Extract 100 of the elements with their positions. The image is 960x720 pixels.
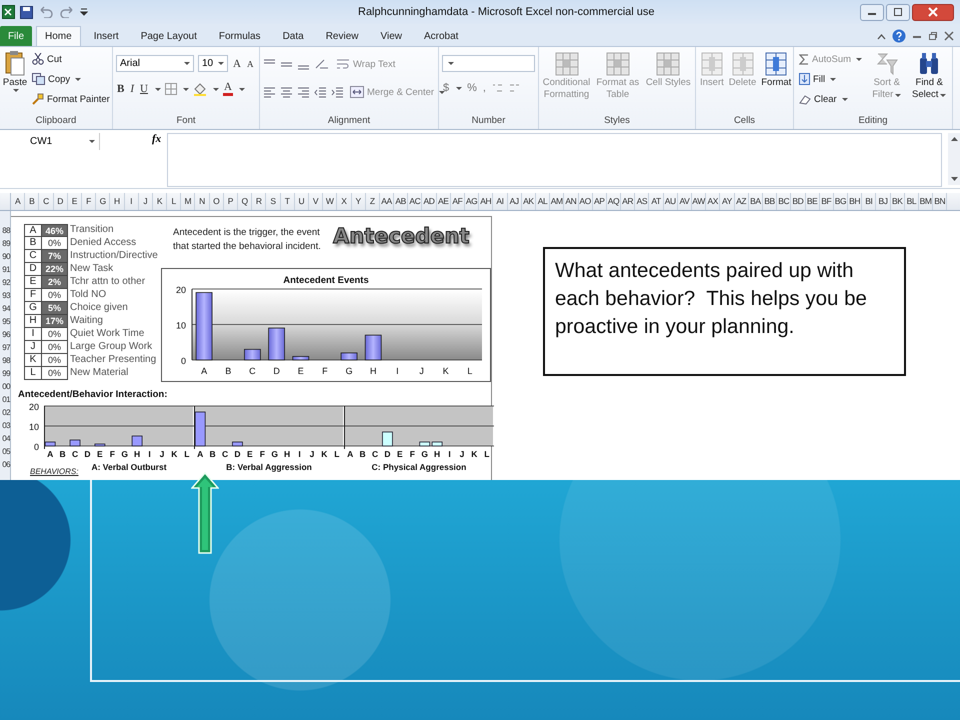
column-header[interactable]: Z [366, 193, 380, 210]
row-header[interactable]: 93 [0, 289, 10, 302]
editing-button[interactable]: Find & Select [910, 50, 949, 103]
row-header[interactable]: 97 [0, 341, 10, 354]
currency-button[interactable]: $ [442, 82, 450, 94]
column-header[interactable]: O [210, 193, 224, 210]
column-header[interactable]: BH [848, 193, 862, 210]
font-family-field[interactable]: Arial [116, 55, 194, 72]
insert-function-button[interactable]: fx [152, 133, 162, 145]
ribbon-tab[interactable]: Formulas [210, 26, 270, 46]
column-header[interactable]: A [11, 193, 26, 210]
column-header[interactable]: BF [820, 193, 834, 210]
row-header[interactable]: 03 [0, 419, 10, 432]
row-header[interactable]: 04 [0, 432, 10, 445]
column-header[interactable]: BG [834, 193, 848, 210]
scroll-down-icon[interactable] [950, 176, 958, 182]
column-header[interactable]: BC [777, 193, 792, 210]
font-size-field[interactable]: 10 [198, 55, 228, 72]
column-header[interactable]: BI [862, 193, 876, 210]
column-header[interactable]: D [54, 193, 68, 210]
column-header[interactable]: AU [664, 193, 678, 210]
font-color-button[interactable]: A [222, 82, 233, 96]
decrease-decimal-icon[interactable] [508, 82, 521, 94]
save-icon[interactable] [20, 6, 33, 18]
orientation-icon[interactable] [314, 58, 330, 70]
row-header[interactable]: 05 [0, 445, 10, 458]
minimize-button[interactable] [860, 4, 884, 20]
formula-input[interactable] [167, 133, 942, 187]
row-header[interactable]: 98 [0, 354, 10, 367]
name-box[interactable]: CW1 [0, 133, 100, 150]
column-header[interactable]: W [323, 193, 338, 210]
align-text-icon[interactable] [263, 86, 276, 98]
column-header[interactable]: X [337, 193, 352, 210]
row-header[interactable]: 00 [0, 380, 10, 393]
column-header[interactable]: L [167, 193, 182, 210]
column-header[interactable]: BB [762, 193, 778, 210]
column-header[interactable]: BM [919, 193, 934, 210]
column-header[interactable]: BE [806, 193, 820, 210]
column-header[interactable]: AO [578, 193, 593, 210]
ribbon-tab[interactable]: Page Layout [132, 26, 206, 46]
column-header[interactable]: AI [493, 193, 508, 210]
column-header[interactable]: H [110, 193, 124, 210]
column-header[interactable]: AP [592, 193, 607, 210]
spreadsheet-icon[interactable] [2, 5, 15, 19]
column-header[interactable]: I [124, 193, 139, 210]
cells-button[interactable]: Format [760, 50, 792, 91]
percent-button[interactable]: % [466, 82, 478, 94]
customize-menu-icon[interactable] [80, 7, 88, 17]
column-header[interactable]: E [68, 193, 82, 210]
close-button[interactable] [912, 4, 954, 20]
borders-icon[interactable] [164, 83, 177, 95]
column-header[interactable]: AM [550, 193, 564, 210]
column-header[interactable]: U [294, 193, 309, 210]
column-header[interactable]: AL [536, 193, 550, 210]
column-header[interactable]: BJ [876, 193, 891, 210]
row-header[interactable]: 90 [0, 250, 10, 263]
column-header[interactable]: BD [791, 193, 806, 210]
row-header[interactable]: 95 [0, 315, 10, 328]
bold-button[interactable]: B [116, 83, 126, 95]
ribbon-tab[interactable]: Data [274, 26, 313, 46]
redo-icon[interactable] [59, 6, 75, 18]
column-header[interactable]: BK [890, 193, 905, 210]
column-header[interactable]: T [280, 193, 295, 210]
column-header[interactable]: K [152, 193, 168, 210]
column-header[interactable]: AJ [508, 193, 522, 210]
grow-font-button[interactable]: A [232, 58, 242, 70]
column-header[interactable]: AF [450, 193, 465, 210]
row-header[interactable]: 89 [0, 237, 10, 250]
column-header[interactable]: C [39, 193, 54, 210]
restore-icon[interactable] [928, 31, 938, 41]
formula-scrollbar[interactable] [948, 133, 960, 185]
column-header[interactable]: AS [635, 193, 650, 210]
column-header[interactable]: Q [238, 193, 252, 210]
column-header[interactable]: AN [564, 193, 578, 210]
column-header[interactable]: G [96, 193, 110, 210]
column-header[interactable]: AB [394, 193, 408, 210]
column-header[interactable]: AK [522, 193, 536, 210]
restore-button[interactable] [886, 4, 910, 20]
column-header[interactable]: N [195, 193, 210, 210]
fill-bucket-icon[interactable] [192, 82, 207, 96]
column-header[interactable]: AG [465, 193, 480, 210]
column-header[interactable]: J [138, 193, 153, 210]
italic-button[interactable]: I [129, 83, 136, 95]
increase-decimal-icon[interactable] [490, 82, 504, 94]
column-header[interactable]: AX [706, 193, 720, 210]
column-header[interactable]: P [224, 193, 238, 210]
column-header[interactable]: B [25, 193, 40, 210]
editing-button[interactable]: Fill [797, 70, 864, 88]
copy-button[interactable]: Copy [30, 70, 112, 88]
close-icon[interactable] [944, 31, 954, 41]
align-text-icon[interactable] [297, 86, 310, 98]
format-painter-button[interactable]: Format Painter [30, 90, 112, 108]
column-header[interactable]: R [252, 193, 266, 210]
align-text-icon[interactable] [280, 86, 293, 98]
paste-button[interactable]: Paste [3, 50, 27, 92]
comma-button[interactable]: , [482, 82, 487, 94]
number-format-field[interactable] [442, 55, 535, 72]
ribbon-tab[interactable]: Home [36, 26, 81, 46]
editing-button[interactable]: Clear [797, 90, 864, 108]
row-header[interactable]: 06 [0, 458, 10, 471]
